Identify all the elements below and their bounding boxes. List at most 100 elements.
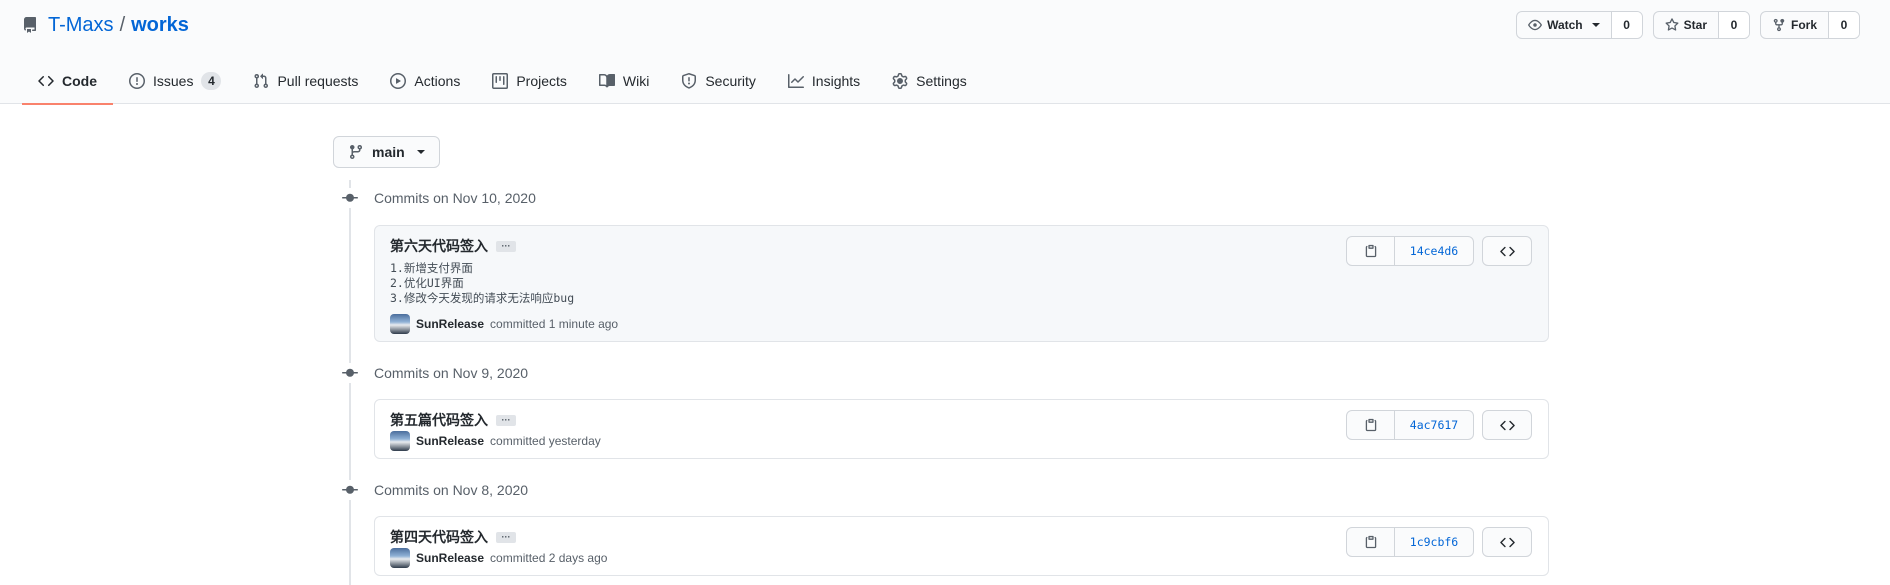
clippy-icon (1365, 244, 1376, 258)
commit-sha-link[interactable]: 4ac7617 (1395, 411, 1473, 439)
star-button-group: Star 0 (1652, 11, 1750, 39)
tab-settings[interactable]: Settings (876, 58, 983, 104)
tab-pull-requests[interactable]: Pull requests (237, 58, 374, 104)
repo-header: T-Maxs / works Watch 0 Star 0 Fork 0 Cod… (0, 0, 1890, 105)
commit-title-link[interactable]: 第四天代码签入 (390, 527, 488, 547)
tab-label: Code (62, 73, 97, 89)
caret-down-icon (1591, 23, 1600, 27)
tab-insights[interactable]: Insights (772, 58, 876, 104)
tab-code[interactable]: Code (22, 58, 113, 105)
fork-label: Fork (1790, 18, 1817, 32)
commit-item: 第四天代码签入 ··· SunRelease committed 2 days … (374, 516, 1549, 576)
tab-security[interactable]: Security (665, 58, 772, 104)
git-commit-icon (340, 480, 360, 500)
commit-author-link[interactable]: SunRelease (416, 434, 484, 448)
commit-time: committed yesterday (490, 434, 601, 448)
tab-label: Issues (153, 73, 194, 89)
watch-button-group: Watch 0 (1516, 11, 1643, 39)
sha-button-group: 14ce4d6 (1346, 236, 1474, 266)
copy-sha-button[interactable] (1347, 528, 1395, 556)
commit-title-row: 第四天代码签入 ··· (390, 527, 516, 547)
fork-count[interactable]: 0 (1829, 12, 1859, 38)
git-branch-icon (349, 145, 362, 160)
tab-label: Projects (516, 73, 567, 89)
tab-label: Settings (916, 73, 967, 89)
sha-button-group: 4ac7617 (1346, 410, 1474, 440)
git-commit-icon (340, 363, 360, 383)
star-icon (1665, 18, 1679, 31)
commit-sha-link[interactable]: 14ce4d6 (1395, 237, 1473, 265)
commit-meta: SunRelease committed yesterday (390, 431, 601, 451)
tab-label: Actions (414, 73, 461, 89)
code-icon (1499, 246, 1515, 256)
eye-icon (1528, 19, 1542, 31)
tab-label: Security (705, 73, 756, 89)
commit-sha-link[interactable]: 1c9cbf6 (1395, 528, 1473, 556)
issues-counter: 4 (201, 72, 222, 90)
play-icon (390, 73, 407, 89)
tab-wiki[interactable]: Wiki (583, 58, 665, 104)
commit-title-link[interactable]: 第五篇代码签入 (390, 410, 488, 430)
expand-ellipsis-button[interactable]: ··· (496, 531, 516, 543)
commit-item: 第五篇代码签入 ··· SunRelease committed yesterd… (374, 399, 1549, 459)
browse-repo-button[interactable] (1482, 236, 1532, 266)
star-count[interactable]: 0 (1718, 12, 1749, 38)
clippy-icon (1365, 418, 1376, 432)
tab-actions[interactable]: Actions (374, 58, 476, 104)
copy-sha-button[interactable] (1347, 237, 1395, 265)
commit-date-label: Commits on Nov 8, 2020 (374, 482, 529, 498)
commit-description: 1.新增支付界面 2.优化UI界面 3.修改今天发现的请求无法响应bug (390, 261, 575, 305)
repo-separator: / (119, 13, 126, 36)
watch-button[interactable]: Watch (1517, 12, 1612, 38)
clippy-icon (1365, 535, 1376, 549)
tab-projects[interactable]: Projects (476, 58, 583, 104)
commit-actions: 14ce4d6 (1346, 236, 1532, 266)
book-icon (598, 73, 615, 88)
tab-label: Insights (811, 73, 861, 89)
avatar[interactable] (390, 431, 410, 451)
commit-title-row: 第五篇代码签入 ··· (390, 410, 516, 430)
commit-group-header: Commits on Nov 10, 2020 (340, 188, 536, 208)
fork-button[interactable]: Fork (1761, 12, 1829, 38)
repo-owner-link[interactable]: T-Maxs (48, 14, 114, 37)
repo-nav: Code Issues 4 Pull requests Actions Proj… (22, 58, 983, 105)
branch-select-button[interactable]: main (333, 136, 440, 168)
commit-author-link[interactable]: SunRelease (416, 551, 484, 565)
code-icon (38, 75, 54, 87)
sha-button-group: 1c9cbf6 (1346, 527, 1474, 557)
commit-author-link[interactable]: SunRelease (416, 317, 484, 331)
issue-opened-icon (129, 73, 145, 89)
repo-name-link[interactable]: works (131, 14, 189, 37)
commit-title-link[interactable]: 第六天代码签入 (390, 236, 488, 256)
commit-time: committed 2 days ago (490, 551, 608, 565)
repo-forked-icon (1773, 18, 1785, 32)
commit-meta: SunRelease committed 1 minute ago (390, 314, 618, 334)
expand-ellipsis-button[interactable]: ··· (496, 414, 516, 426)
commit-date-label: Commits on Nov 9, 2020 (374, 365, 529, 381)
shield-icon (682, 73, 697, 89)
commit-actions: 4ac7617 (1346, 410, 1532, 440)
git-commit-icon (340, 188, 360, 208)
expand-ellipsis-button[interactable]: ··· (496, 240, 516, 252)
watch-count[interactable]: 0 (1611, 12, 1642, 38)
browse-repo-button[interactable] (1482, 410, 1532, 440)
avatar[interactable] (390, 548, 410, 568)
commit-time: committed 1 minute ago (490, 317, 619, 331)
commit-group-header: Commits on Nov 8, 2020 (340, 480, 528, 500)
project-icon (492, 73, 509, 89)
tab-label: Wiki (622, 73, 650, 89)
commit-title-row: 第六天代码签入 ··· (390, 236, 516, 256)
code-icon (1499, 537, 1515, 547)
star-button[interactable]: Star (1654, 12, 1719, 38)
commit-meta: SunRelease committed 2 days ago (390, 548, 607, 568)
branch-label: main (372, 144, 405, 160)
tab-issues[interactable]: Issues 4 (113, 58, 237, 104)
repo-icon (22, 17, 38, 33)
caret-down-icon (416, 150, 425, 154)
avatar[interactable] (390, 314, 410, 334)
pagehead-actions: Watch 0 Star 0 Fork 0 (1516, 11, 1860, 39)
commit-date-label: Commits on Nov 10, 2020 (374, 190, 536, 206)
copy-sha-button[interactable] (1347, 411, 1395, 439)
browse-repo-button[interactable] (1482, 527, 1532, 557)
repo-title: T-Maxs / works (22, 12, 189, 38)
